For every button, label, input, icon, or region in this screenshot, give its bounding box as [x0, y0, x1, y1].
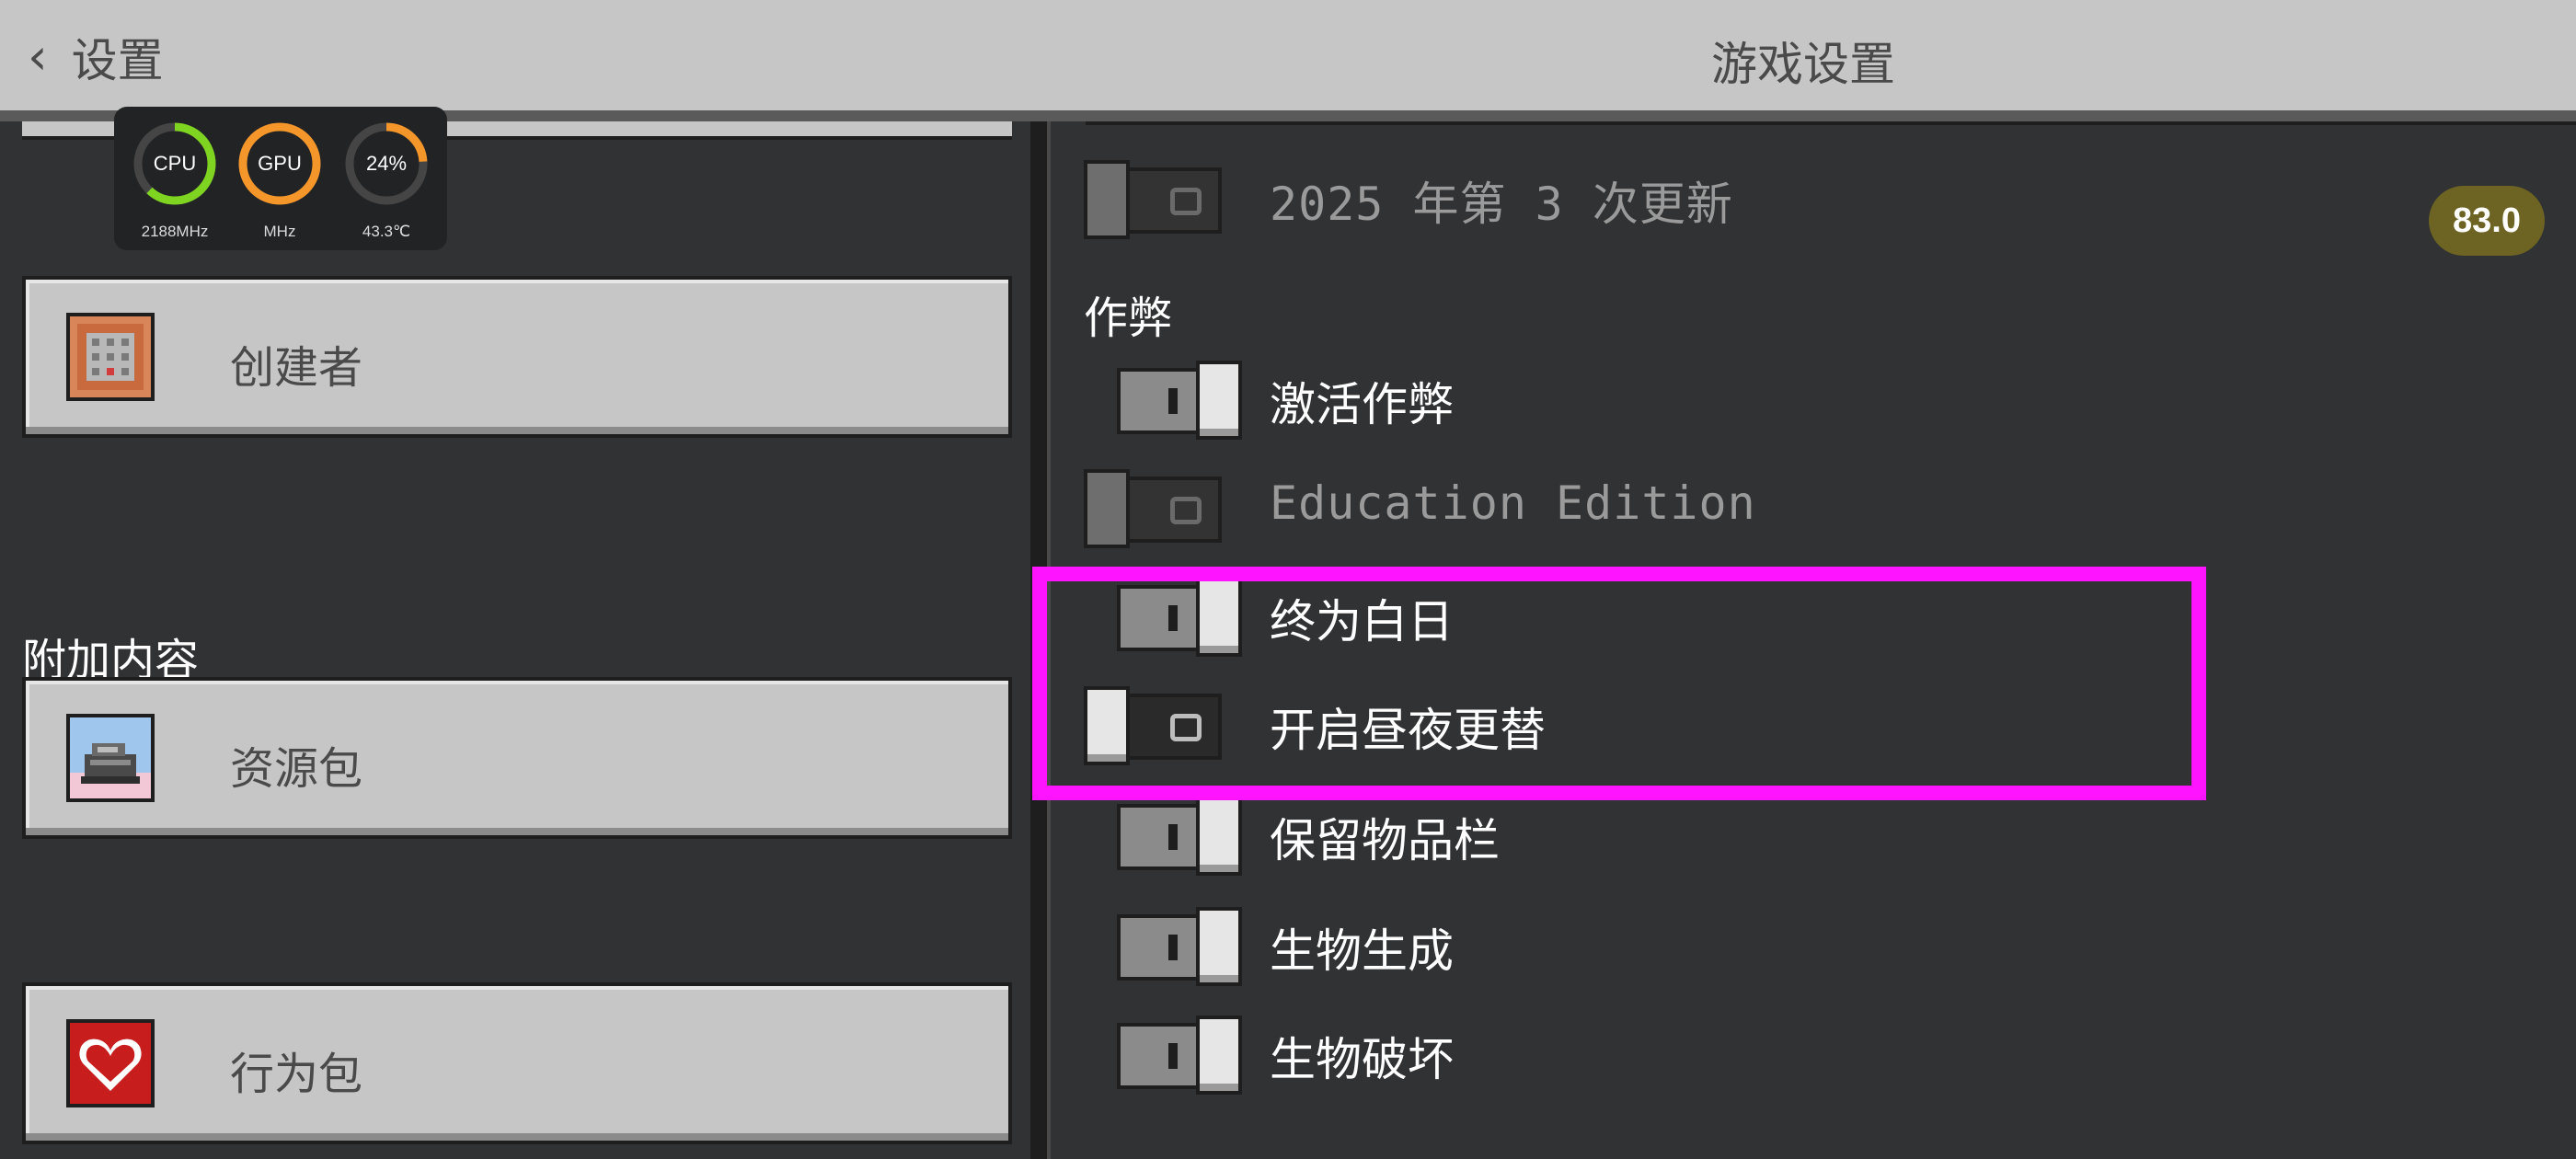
setting-row-keep-inventory: 保留物品栏	[1051, 787, 2523, 879]
toggle-activate-cheats[interactable]	[1102, 361, 1242, 440]
setting-row-education-edition: Education Edition	[1051, 460, 2523, 552]
panel-divider	[1030, 121, 1051, 1159]
usage-percent: 24%	[365, 152, 408, 175]
setting-row-always-day: 终为白日	[1051, 568, 2523, 660]
fps-badge: 83.0	[2429, 186, 2545, 256]
resource-pack-icon	[66, 714, 155, 802]
settings-panel: 2025 年第 3 次更新 作弊 激活作弊 Education Edition 终为…	[1051, 121, 2576, 1159]
page-title: 游戏设置	[1711, 38, 1895, 91]
setting-row-daylight-cycle: 开启昼夜更替	[1051, 677, 2523, 769]
setting-row-mob-spawning: 生物生成	[1051, 898, 2523, 990]
back-button[interactable]: ‹ 设置	[28, 20, 212, 94]
command-block-icon	[66, 313, 155, 401]
setting-row-activate-cheats: 激活作弊	[1051, 351, 2523, 443]
toggle-mob-spawning[interactable]	[1102, 907, 1242, 986]
toggle-education-edition[interactable]	[1082, 469, 1222, 548]
gpu-gauge: GPU MHz	[234, 120, 326, 241]
chevron-left-icon: ‹	[28, 28, 48, 86]
performance-overlay: CPU 2188MHz GPU MHz 24% 43.3℃	[114, 107, 447, 250]
settings-top-edge	[1086, 121, 2576, 129]
setting-label-keep-inventory: 保留物品栏	[1270, 814, 1500, 867]
temperature-gauge: 24% 43.3℃	[340, 120, 432, 241]
setting-label-daylight-cycle: 开启昼夜更替	[1270, 704, 1546, 757]
setting-label-always-day: 终为白日	[1270, 595, 1454, 648]
gpu-frequency: MHz	[263, 223, 296, 240]
left-panel: 创建者 附加内容 资源包 行为包	[0, 121, 1030, 1159]
toggle-mob-griefing[interactable]	[1102, 1016, 1242, 1095]
behavior-pack-label: 行为包	[230, 1049, 363, 1100]
toggle-keep-inventory[interactable]	[1102, 797, 1242, 876]
toggle-always-day[interactable]	[1102, 578, 1242, 657]
cpu-gauge: CPU 2188MHz	[129, 120, 221, 241]
setting-label-mob-spawning: 生物生成	[1270, 924, 1454, 978]
creator-button[interactable]: 创建者	[22, 276, 1012, 438]
update-experiment-row: 2025 年第 3 次更新	[1051, 151, 2523, 243]
temperature-readout: 43.3℃	[362, 223, 411, 240]
setting-label-mob-griefing: 生物破坏	[1270, 1033, 1454, 1086]
setting-label-activate-cheats: 激活作弊	[1270, 378, 1454, 431]
update-experiment-label: 2025 年第 3 次更新	[1270, 178, 1733, 231]
gpu-label: GPU	[258, 152, 302, 175]
back-label: 设置	[71, 34, 164, 87]
cheats-section-title: 作弊	[1084, 293, 1173, 344]
setting-label-education-edition: Education Edition	[1270, 476, 1756, 530]
cpu-frequency: 2188MHz	[141, 223, 209, 240]
setting-row-mob-griefing: 生物破坏	[1051, 1006, 2523, 1098]
creator-label: 创建者	[230, 342, 363, 394]
heart-icon	[66, 1019, 155, 1107]
behavior-pack-button[interactable]: 行为包	[22, 982, 1012, 1144]
toggle-daylight-cycle[interactable]	[1082, 686, 1222, 765]
resource-pack-button[interactable]: 资源包	[22, 677, 1012, 839]
resource-pack-label: 资源包	[230, 743, 363, 795]
top-bar: ‹ 设置 游戏设置	[0, 0, 2576, 121]
cpu-label: CPU	[153, 152, 197, 175]
update-experiment-toggle[interactable]	[1082, 160, 1222, 239]
